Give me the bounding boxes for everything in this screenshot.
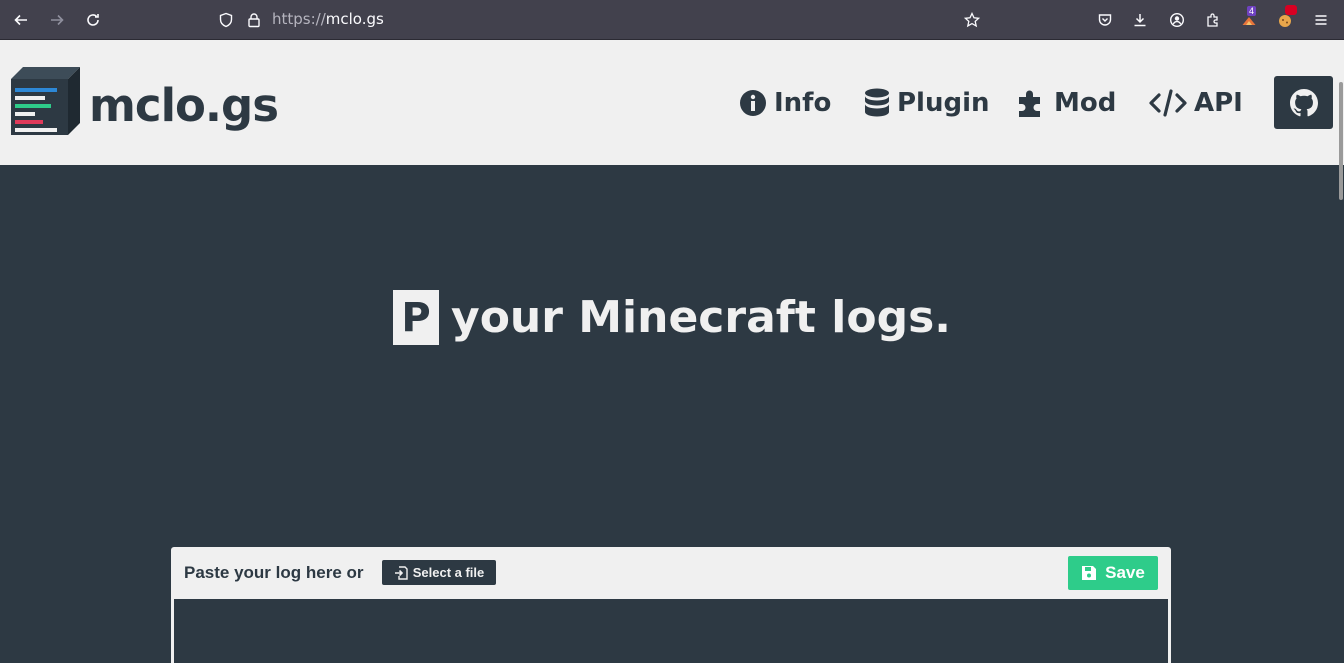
select-file-label: Select a file bbox=[412, 565, 485, 580]
extension-badge: 4 bbox=[1247, 6, 1257, 16]
account-icon[interactable] bbox=[1166, 9, 1188, 31]
nav-mod-label: Mod bbox=[1054, 88, 1117, 118]
back-arrow-icon[interactable] bbox=[10, 9, 32, 31]
nav-mod[interactable]: Mod bbox=[1017, 86, 1116, 120]
select-file-button[interactable]: Select a file bbox=[382, 560, 496, 585]
hero: P your Minecraft logs. bbox=[0, 290, 1344, 345]
tracking-shield-icon[interactable] bbox=[215, 9, 237, 31]
url-scheme: https:// bbox=[272, 10, 326, 28]
bookmark-star-icon[interactable] bbox=[961, 9, 983, 31]
url-bar[interactable]: https://mclo.gs bbox=[272, 10, 384, 28]
logo-icon[interactable] bbox=[9, 65, 81, 137]
logo-text[interactable]: mclo.gs bbox=[89, 79, 279, 132]
code-icon bbox=[1149, 89, 1187, 117]
hero-text: your Minecraft logs. bbox=[451, 292, 951, 343]
log-textarea[interactable] bbox=[174, 599, 1168, 663]
url-host: mclo.gs bbox=[325, 10, 384, 28]
forward-arrow-icon[interactable] bbox=[46, 9, 68, 31]
nav-plugin[interactable]: Plugin bbox=[864, 86, 990, 120]
info-circle-icon bbox=[740, 90, 766, 116]
extensions-icon[interactable] bbox=[1202, 9, 1224, 31]
reload-icon[interactable] bbox=[82, 9, 104, 31]
github-button[interactable] bbox=[1274, 76, 1333, 129]
file-import-icon bbox=[394, 565, 408, 580]
nav-info-label: Info bbox=[774, 88, 832, 118]
lock-icon[interactable] bbox=[243, 9, 265, 31]
puzzle-piece-icon bbox=[1019, 90, 1040, 117]
paste-panel: Paste your log here or Select a file Sav… bbox=[171, 547, 1171, 663]
browser-toolbar: https://mclo.gs 4 bbox=[0, 0, 1344, 40]
paste-label: Paste your log here or bbox=[184, 563, 364, 582]
save-button[interactable]: Save bbox=[1068, 556, 1158, 590]
site-header: mclo.gs Info Plugin Mod API bbox=[0, 40, 1344, 200]
github-icon bbox=[1289, 88, 1318, 116]
floppy-disk-icon bbox=[1082, 566, 1097, 580]
scrollbar[interactable] bbox=[1339, 82, 1343, 200]
database-icon bbox=[865, 88, 889, 117]
pocket-icon[interactable] bbox=[1094, 9, 1116, 31]
nav-api-label: API bbox=[1194, 88, 1243, 118]
downloads-icon[interactable] bbox=[1129, 9, 1151, 31]
hamburger-menu-icon[interactable] bbox=[1310, 9, 1332, 31]
nav-api[interactable]: API bbox=[1149, 86, 1243, 120]
nav-plugin-label: Plugin bbox=[897, 88, 990, 118]
hero-highlight-letter: P bbox=[393, 290, 440, 345]
nav-info[interactable]: Info bbox=[739, 86, 831, 120]
blocked-indicator-icon bbox=[1285, 5, 1297, 15]
save-label: Save bbox=[1105, 563, 1145, 582]
